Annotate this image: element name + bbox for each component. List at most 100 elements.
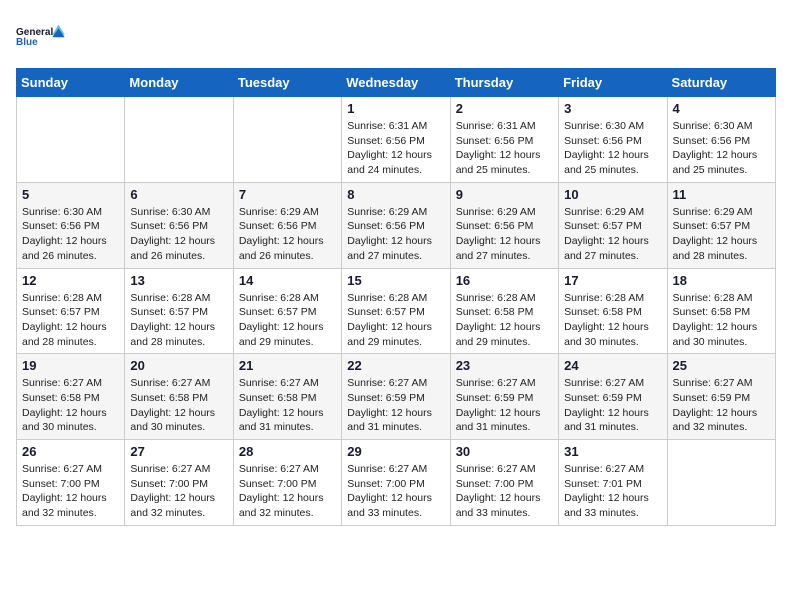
day-number: 14: [239, 273, 336, 288]
day-info: Sunrise: 6:27 AM Sunset: 6:59 PM Dayligh…: [564, 376, 661, 435]
day-number: 21: [239, 358, 336, 373]
calendar-cell: 20Sunrise: 6:27 AM Sunset: 6:58 PM Dayli…: [125, 354, 233, 440]
day-number: 23: [456, 358, 553, 373]
calendar-cell: 1 Sunrise: 6:31 AM Sunset: 6:56 PM Daylig…: [342, 97, 450, 183]
calendar-table: SundayMondayTuesdayWednesdayThursdayFrid…: [16, 68, 776, 526]
day-number: 27: [130, 444, 227, 459]
day-number: 25: [673, 358, 770, 373]
calendar-cell: 12 Sunrise: 6:28 AM Sunset: 6:57 PM Dayli…: [17, 268, 125, 354]
calendar-cell: 5 Sunrise: 6:30 AM Sunset: 6:56 PM Daylig…: [17, 182, 125, 268]
calendar-cell: 15 Sunrise: 6:28 AM Sunset: 6:57 PM Dayli…: [342, 268, 450, 354]
day-number: 13: [130, 273, 227, 288]
day-info: Sunrise: 6:30 AM Sunset: 6:56 PM Dayligh…: [130, 205, 227, 264]
calendar-cell: 30Sunrise: 6:27 AM Sunset: 7:00 PM Dayli…: [450, 440, 558, 526]
day-info: Sunrise: 6:28 AM Sunset: 6:58 PM Dayligh…: [456, 291, 553, 350]
svg-text:General: General: [16, 27, 53, 38]
day-info: Sunrise: 6:29 AM Sunset: 6:56 PM Dayligh…: [347, 205, 444, 264]
day-number: 9: [456, 187, 553, 202]
day-info: Sunrise: 6:29 AM Sunset: 6:56 PM Dayligh…: [239, 205, 336, 264]
day-number: 15: [347, 273, 444, 288]
calendar-cell: 23 Sunrise: 6:27 AM Sunset: 6:59 PM Dayli…: [450, 354, 558, 440]
day-info: Sunrise: 6:29 AM Sunset: 6:56 PM Dayligh…: [456, 205, 553, 264]
day-number: 4: [673, 101, 770, 116]
day-number: 18: [673, 273, 770, 288]
calendar-header-row: SundayMondayTuesdayWednesdayThursdayFrid…: [17, 69, 776, 97]
day-info: Sunrise: 6:31 AM Sunset: 6:56 PM Dayligh…: [347, 119, 444, 178]
day-info: Sunrise: 6:28 AM Sunset: 6:57 PM Dayligh…: [347, 291, 444, 350]
day-info: Sunrise: 6:29 AM Sunset: 6:57 PM Dayligh…: [564, 205, 661, 264]
calendar-cell: 29 Sunrise: 6:27 AM Sunset: 7:00 PM Dayli…: [342, 440, 450, 526]
day-of-week-header: Friday: [559, 69, 667, 97]
calendar-cell: 19Sunrise: 6:27 AM Sunset: 6:58 PM Dayli…: [17, 354, 125, 440]
day-number: 3: [564, 101, 661, 116]
calendar-week-row: 5 Sunrise: 6:30 AM Sunset: 6:56 PM Daylig…: [17, 182, 776, 268]
calendar-cell: 31 Sunrise: 6:27 AM Sunset: 7:01 PM Dayli…: [559, 440, 667, 526]
day-info: Sunrise: 6:30 AM Sunset: 6:56 PM Dayligh…: [673, 119, 770, 178]
day-info: Sunrise: 6:28 AM Sunset: 6:57 PM Dayligh…: [239, 291, 336, 350]
calendar-cell: 18 Sunrise: 6:28 AM Sunset: 6:58 PM Dayli…: [667, 268, 775, 354]
day-info: Sunrise: 6:27 AM Sunset: 6:59 PM Dayligh…: [347, 376, 444, 435]
calendar-week-row: 26Sunrise: 6:27 AM Sunset: 7:00 PM Dayli…: [17, 440, 776, 526]
calendar-cell: 24 Sunrise: 6:27 AM Sunset: 6:59 PM Dayli…: [559, 354, 667, 440]
calendar-cell: 28Sunrise: 6:27 AM Sunset: 7:00 PM Dayli…: [233, 440, 341, 526]
day-number: 29: [347, 444, 444, 459]
day-number: 8: [347, 187, 444, 202]
day-info: Sunrise: 6:27 AM Sunset: 6:59 PM Dayligh…: [673, 376, 770, 435]
day-of-week-header: Wednesday: [342, 69, 450, 97]
page-header: General Blue: [16, 16, 776, 56]
calendar-cell: 7 Sunrise: 6:29 AM Sunset: 6:56 PM Daylig…: [233, 182, 341, 268]
calendar-cell: 13 Sunrise: 6:28 AM Sunset: 6:57 PM Dayli…: [125, 268, 233, 354]
day-info: Sunrise: 6:27 AM Sunset: 7:00 PM Dayligh…: [456, 462, 553, 521]
day-info: Sunrise: 6:27 AM Sunset: 6:58 PM Dayligh…: [22, 376, 119, 435]
day-number: 24: [564, 358, 661, 373]
calendar-cell: 26Sunrise: 6:27 AM Sunset: 7:00 PM Dayli…: [17, 440, 125, 526]
calendar-week-row: 1 Sunrise: 6:31 AM Sunset: 6:56 PM Daylig…: [17, 97, 776, 183]
calendar-cell: 25 Sunrise: 6:27 AM Sunset: 6:59 PM Dayli…: [667, 354, 775, 440]
day-number: 22: [347, 358, 444, 373]
day-of-week-header: Thursday: [450, 69, 558, 97]
day-number: 1: [347, 101, 444, 116]
day-of-week-header: Monday: [125, 69, 233, 97]
calendar-cell: 27 Sunrise: 6:27 AM Sunset: 7:00 PM Dayli…: [125, 440, 233, 526]
day-number: 6: [130, 187, 227, 202]
day-of-week-header: Sunday: [17, 69, 125, 97]
logo: General Blue: [16, 16, 66, 56]
calendar-week-row: 19Sunrise: 6:27 AM Sunset: 6:58 PM Dayli…: [17, 354, 776, 440]
logo-svg: General Blue: [16, 16, 66, 56]
day-info: Sunrise: 6:31 AM Sunset: 6:56 PM Dayligh…: [456, 119, 553, 178]
day-number: 12: [22, 273, 119, 288]
day-number: 2: [456, 101, 553, 116]
calendar-cell: 21 Sunrise: 6:27 AM Sunset: 6:58 PM Dayli…: [233, 354, 341, 440]
calendar-cell: [125, 97, 233, 183]
svg-text:Blue: Blue: [16, 37, 38, 48]
calendar-cell: [667, 440, 775, 526]
day-number: 10: [564, 187, 661, 202]
day-info: Sunrise: 6:27 AM Sunset: 7:00 PM Dayligh…: [130, 462, 227, 521]
day-info: Sunrise: 6:27 AM Sunset: 7:00 PM Dayligh…: [347, 462, 444, 521]
day-info: Sunrise: 6:28 AM Sunset: 6:57 PM Dayligh…: [22, 291, 119, 350]
day-info: Sunrise: 6:27 AM Sunset: 7:01 PM Dayligh…: [564, 462, 661, 521]
day-number: 28: [239, 444, 336, 459]
day-number: 7: [239, 187, 336, 202]
day-info: Sunrise: 6:27 AM Sunset: 6:59 PM Dayligh…: [456, 376, 553, 435]
calendar-cell: [233, 97, 341, 183]
day-info: Sunrise: 6:28 AM Sunset: 6:58 PM Dayligh…: [673, 291, 770, 350]
day-info: Sunrise: 6:27 AM Sunset: 7:00 PM Dayligh…: [22, 462, 119, 521]
day-info: Sunrise: 6:28 AM Sunset: 6:57 PM Dayligh…: [130, 291, 227, 350]
day-info: Sunrise: 6:30 AM Sunset: 6:56 PM Dayligh…: [22, 205, 119, 264]
calendar-cell: 3Sunrise: 6:30 AM Sunset: 6:56 PM Daylig…: [559, 97, 667, 183]
day-number: 16: [456, 273, 553, 288]
day-number: 31: [564, 444, 661, 459]
calendar-cell: 14 Sunrise: 6:28 AM Sunset: 6:57 PM Dayli…: [233, 268, 341, 354]
calendar-cell: 2 Sunrise: 6:31 AM Sunset: 6:56 PM Daylig…: [450, 97, 558, 183]
calendar-cell: 11Sunrise: 6:29 AM Sunset: 6:57 PM Dayli…: [667, 182, 775, 268]
calendar-cell: 9 Sunrise: 6:29 AM Sunset: 6:56 PM Daylig…: [450, 182, 558, 268]
calendar-cell: 8 Sunrise: 6:29 AM Sunset: 6:56 PM Daylig…: [342, 182, 450, 268]
day-info: Sunrise: 6:27 AM Sunset: 6:58 PM Dayligh…: [239, 376, 336, 435]
calendar-cell: 22 Sunrise: 6:27 AM Sunset: 6:59 PM Dayli…: [342, 354, 450, 440]
calendar-cell: 4 Sunrise: 6:30 AM Sunset: 6:56 PM Daylig…: [667, 97, 775, 183]
day-number: 17: [564, 273, 661, 288]
day-number: 5: [22, 187, 119, 202]
calendar-cell: 16 Sunrise: 6:28 AM Sunset: 6:58 PM Dayli…: [450, 268, 558, 354]
calendar-cell: [17, 97, 125, 183]
